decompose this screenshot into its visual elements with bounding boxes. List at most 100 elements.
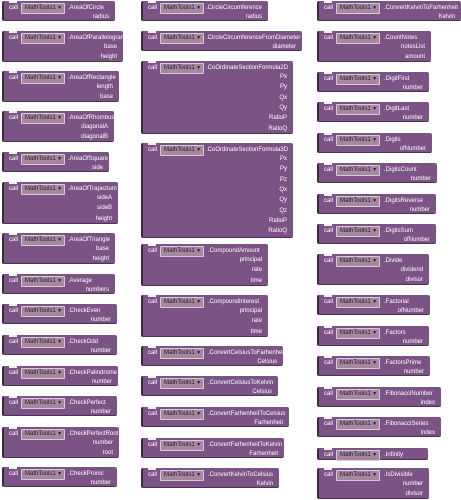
- method-block[interactable]: call MathTools1 ▼ .Digits ofNumber: [317, 133, 436, 153]
- method-block[interactable]: call MathTools1 ▼ .DigitsSum ofNumber: [317, 224, 440, 244]
- component-dropdown[interactable]: MathTools1 ▼: [21, 368, 66, 379]
- method-block[interactable]: call MathTools1 ▼ .CheckEven number: [2, 304, 121, 324]
- input-socket[interactable]: [117, 316, 121, 324]
- method-block[interactable]: call MathTools1 ▼ .ConvertKelvinToCelsius K…: [141, 468, 283, 488]
- component-dropdown[interactable]: MathTools1 ▼: [21, 113, 66, 124]
- method-block[interactable]: call MathTools1 ▼ .CircleCircumferenceFrom…: [141, 31, 306, 51]
- method-block[interactable]: call MathTools1 ▼ .Divide dividend divisor: [317, 254, 433, 285]
- component-dropdown[interactable]: MathTools1 ▼: [21, 3, 66, 14]
- component-dropdown[interactable]: MathTools1 ▼: [336, 358, 381, 369]
- input-socket[interactable]: [114, 133, 118, 142]
- input-socket[interactable]: [119, 439, 123, 447]
- input-socket[interactable]: [293, 216, 297, 225]
- input-socket[interactable]: [109, 164, 113, 172]
- component-dropdown[interactable]: MathTools1 ▼: [160, 409, 205, 420]
- component-dropdown[interactable]: MathTools1 ▼: [21, 154, 66, 165]
- method-block[interactable]: call MathTools1 ▼ .Factorial ofNumber: [317, 295, 434, 315]
- component-dropdown[interactable]: MathTools1 ▼: [336, 389, 381, 400]
- component-dropdown[interactable]: MathTools1 ▼: [336, 419, 381, 430]
- component-dropdown[interactable]: MathTools1 ▼: [336, 297, 381, 308]
- input-socket[interactable]: [117, 479, 121, 487]
- input-socket[interactable]: [436, 206, 440, 214]
- method-block[interactable]: call MathTools1 ▼ .FactorsPrime number: [317, 356, 434, 376]
- method-block[interactable]: call MathTools1 ▼ .AreaOfParallelogram base…: [2, 31, 127, 62]
- input-socket[interactable]: [119, 93, 123, 102]
- method-block[interactable]: call MathTools1 ▼ .CheckPerfectRoot number r…: [2, 427, 123, 458]
- method-block[interactable]: call MathTools1 ▼ .ConvertFarhenheitToCels…: [141, 407, 293, 427]
- method-block[interactable]: call MathTools1 ▼ .FibonacciSeries index: [317, 417, 445, 437]
- component-dropdown[interactable]: MathTools1 ▼: [160, 3, 205, 14]
- component-dropdown[interactable]: MathTools1 ▼: [21, 306, 66, 317]
- component-dropdown[interactable]: MathTools1 ▼: [160, 440, 205, 451]
- input-socket[interactable]: [283, 358, 287, 366]
- component-dropdown[interactable]: MathTools1 ▼: [21, 33, 66, 44]
- input-socket[interactable]: [279, 480, 283, 488]
- component-dropdown[interactable]: MathTools1 ▼: [336, 256, 381, 267]
- input-socket[interactable]: [268, 276, 272, 285]
- input-socket[interactable]: [431, 43, 435, 51]
- input-socket[interactable]: [293, 114, 297, 123]
- component-dropdown[interactable]: MathTools1 ▼: [160, 63, 205, 74]
- input-socket[interactable]: [293, 93, 297, 102]
- input-socket[interactable]: [293, 227, 297, 236]
- component-dropdown[interactable]: MathTools1 ▼: [21, 235, 66, 246]
- method-block[interactable]: call MathTools1 ▼ .CoOrdinateSectionFormul…: [141, 61, 297, 134]
- input-socket[interactable]: [115, 255, 119, 264]
- component-dropdown[interactable]: MathTools1 ▼: [336, 226, 381, 237]
- component-dropdown[interactable]: MathTools1 ▼: [160, 246, 205, 257]
- method-block[interactable]: call MathTools1 ▼ .CircleCircumference radi…: [141, 1, 272, 21]
- method-block[interactable]: call MathTools1 ▼ .CompoundAmount principal…: [141, 244, 272, 286]
- component-dropdown[interactable]: MathTools1 ▼: [336, 104, 381, 115]
- method-block[interactable]: call MathTools1 ▼ .CoOrdinateSectionFormul…: [141, 143, 297, 238]
- input-socket[interactable]: [268, 307, 272, 315]
- component-dropdown[interactable]: MathTools1 ▼: [336, 135, 381, 146]
- component-dropdown[interactable]: MathTools1 ▼: [336, 470, 381, 481]
- method-block[interactable]: call MathTools1 ▼ .CheckPalindrome number: [2, 366, 122, 386]
- input-socket[interactable]: [432, 145, 436, 153]
- component-dropdown[interactable]: MathTools1 ▼: [160, 297, 205, 308]
- input-socket[interactable]: [429, 490, 433, 499]
- method-block[interactable]: call MathTools1 ▼ .Infinity: [317, 448, 428, 461]
- input-socket[interactable]: [429, 84, 433, 92]
- input-socket[interactable]: [114, 123, 118, 131]
- component-dropdown[interactable]: MathTools1 ▼: [336, 3, 381, 14]
- input-socket[interactable]: [436, 236, 440, 244]
- input-socket[interactable]: [115, 286, 119, 294]
- input-socket[interactable]: [268, 317, 272, 326]
- input-socket[interactable]: [293, 73, 297, 81]
- input-socket[interactable]: [118, 378, 122, 386]
- input-socket[interactable]: [293, 206, 297, 215]
- component-dropdown[interactable]: MathTools1 ▼: [21, 469, 66, 480]
- method-block[interactable]: call MathTools1 ▼ .Factors number: [317, 326, 433, 346]
- input-socket[interactable]: [429, 266, 433, 274]
- input-socket[interactable]: [289, 419, 293, 427]
- input-socket[interactable]: [284, 450, 288, 458]
- input-socket[interactable]: [268, 266, 272, 275]
- input-socket[interactable]: [123, 53, 127, 62]
- input-socket[interactable]: [429, 338, 433, 346]
- input-socket[interactable]: [119, 83, 123, 91]
- input-socket[interactable]: [278, 388, 282, 396]
- input-socket[interactable]: [115, 245, 119, 253]
- method-block[interactable]: call MathTools1 ▼ .IsDivisible number diviso…: [317, 468, 433, 499]
- input-socket[interactable]: [293, 124, 297, 133]
- input-socket[interactable]: [429, 276, 433, 285]
- input-socket[interactable]: [268, 13, 272, 21]
- method-block[interactable]: call MathTools1 ▼ .ConvertCelsiusToFarhenh…: [141, 346, 287, 366]
- method-block[interactable]: call MathTools1 ▼ .AreaOfRectangle length ba…: [2, 71, 123, 102]
- input-socket[interactable]: [268, 327, 272, 336]
- input-socket[interactable]: [441, 429, 445, 437]
- method-block[interactable]: call MathTools1 ▼ .ConvertFarhenheitToKelv…: [141, 438, 288, 458]
- input-socket[interactable]: [293, 103, 297, 112]
- input-socket[interactable]: [117, 408, 121, 416]
- method-block[interactable]: call MathTools1 ▼ .AreaOfTrapezium sideA sid…: [2, 182, 122, 224]
- component-dropdown[interactable]: MathTools1 ▼: [21, 73, 66, 84]
- method-block[interactable]: call MathTools1 ▼ .CheckPronic number: [2, 467, 121, 487]
- method-block[interactable]: call MathTools1 ▼ .DigitLast number: [317, 102, 433, 122]
- input-socket[interactable]: [293, 155, 297, 163]
- method-block[interactable]: call MathTools1 ▼ .DigitsReverse number: [317, 194, 440, 214]
- input-socket[interactable]: [119, 449, 123, 458]
- component-dropdown[interactable]: MathTools1 ▼: [21, 337, 66, 348]
- input-socket[interactable]: [268, 256, 272, 264]
- component-dropdown[interactable]: MathTools1 ▼: [160, 33, 205, 44]
